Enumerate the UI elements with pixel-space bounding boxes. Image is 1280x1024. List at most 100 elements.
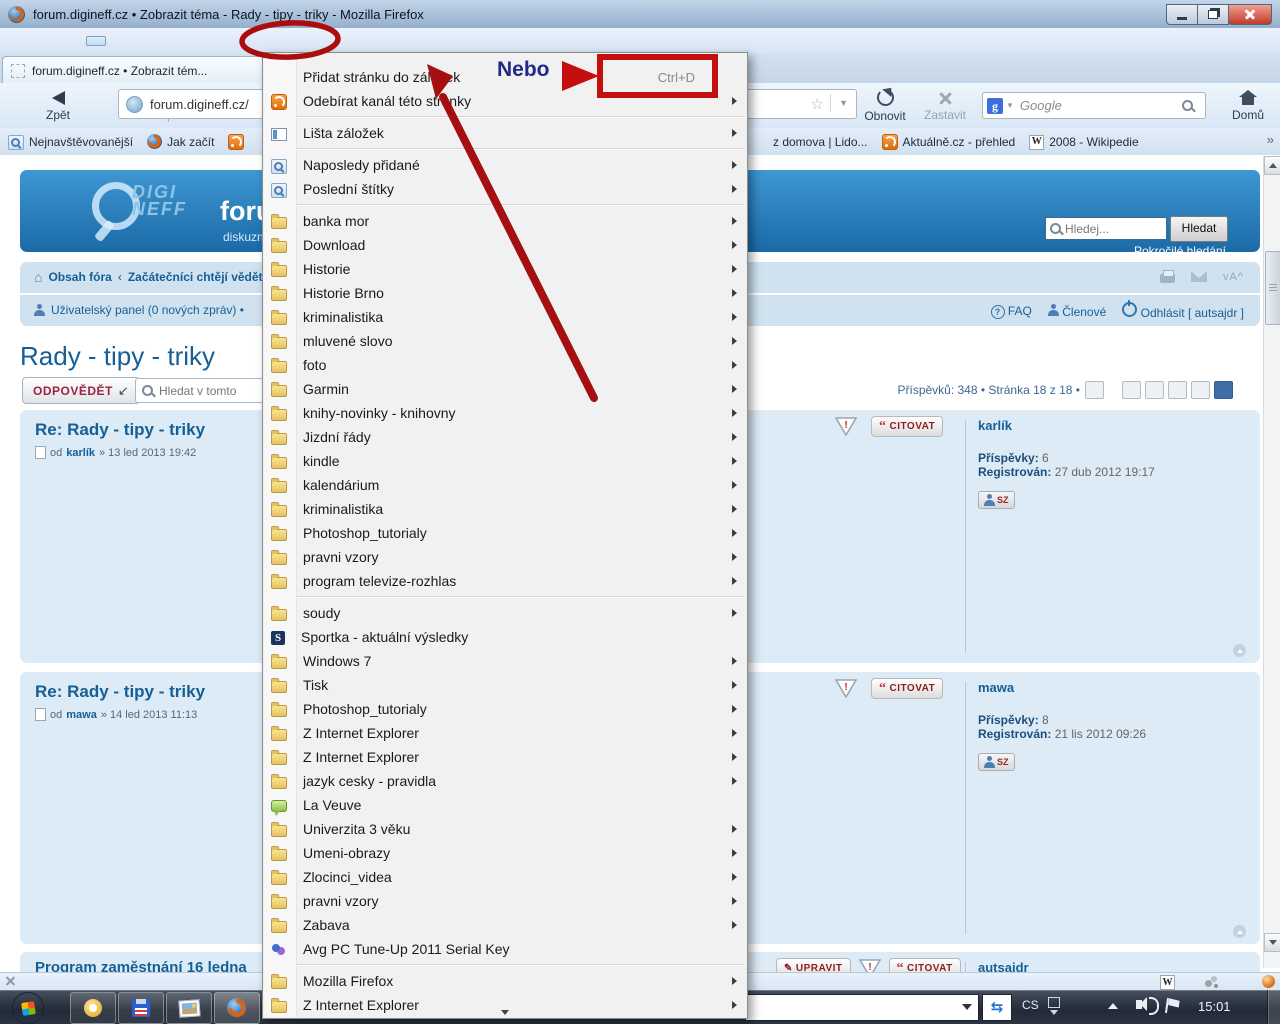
taskbar-app-save[interactable] <box>118 992 164 1024</box>
bookmarks-menu-item[interactable]: foto <box>263 353 747 377</box>
bookmark-star-icon[interactable]: ☆ <box>811 95 824 113</box>
bookmarks-bar-item[interactable]: 2008 - Wikipedie <box>1029 134 1138 150</box>
reload-button[interactable]: Obnovit <box>856 86 914 126</box>
start-button[interactable] <box>12 992 44 1024</box>
menubar-item[interactable] <box>106 36 126 46</box>
report-warning-icon[interactable]: ! <box>835 417 857 436</box>
search-engine-dropdown-icon[interactable]: ▼ <box>1006 101 1014 110</box>
page-number-button[interactable] <box>1145 381 1164 399</box>
bookmarks-menu-item[interactable] <box>263 145 747 153</box>
taskbar-clock[interactable]: 15:01 <box>1198 999 1231 1014</box>
bookmarks-menu-item[interactable]: Přidat stránku do záložek Ctrl+D <box>263 65 747 89</box>
volume-icon[interactable] <box>1136 1000 1142 1009</box>
bookmarks-menu-item[interactable]: Univerzita 3 věku <box>263 817 747 841</box>
bookmarks-menu-item[interactable]: Z Internet Explorer <box>263 721 747 745</box>
home-icon[interactable]: ⌂ <box>34 271 42 283</box>
bookmarks-bar-item[interactable] <box>228 133 249 150</box>
scrollbar-thumb[interactable] <box>1265 251 1280 325</box>
menubar-item[interactable] <box>26 36 46 46</box>
back-button[interactable]: Zpět <box>30 86 86 126</box>
taskbar-app-tuneup[interactable] <box>70 992 116 1024</box>
bookmarks-menu-item[interactable]: kriminalistika <box>263 497 747 521</box>
report-warning-icon[interactable]: ! <box>835 679 857 698</box>
poster-name[interactable]: karlík <box>978 418 1155 433</box>
menubar-item[interactable] <box>46 36 66 46</box>
tab-forum-digineff[interactable]: forum.digineff.cz • Zobrazit tém... <box>2 56 276 84</box>
bookmarks-menu-item[interactable]: pravni vzory <box>263 545 747 569</box>
bookmarks-menu-item[interactable]: Zlocinci_videa <box>263 865 747 889</box>
menubar-item[interactable] <box>126 36 146 46</box>
private-message-button[interactable]: SZ <box>978 753 1015 771</box>
faq-link[interactable]: ? FAQ <box>991 304 1032 319</box>
menubar-item[interactable] <box>66 36 86 46</box>
bookmarks-menu-item[interactable]: knihy-novinky - knihovny <box>263 401 747 425</box>
bookmarks-menu-item[interactable]: Tisk <box>263 673 747 697</box>
bookmarks-bar-item[interactable]: Jak začít <box>147 134 214 149</box>
bookmarks-bar-item[interactable]: Nejnavštěvovanější <box>8 133 133 150</box>
stop-button[interactable]: Zastavit <box>916 86 974 126</box>
bookmarks-menu-item[interactable]: Jizdní řády <box>263 425 747 449</box>
bookmarks-menu-item[interactable]: program televize-rozhlas <box>263 569 747 593</box>
bookmarks-menu-item[interactable]: Odebírat kanál této stránky <box>263 89 747 113</box>
bookmarks-menu-item[interactable]: Download <box>263 233 747 257</box>
page-scrollbar[interactable] <box>1263 156 1280 968</box>
bookmarks-menu-item[interactable]: Lišta záložek <box>263 121 747 145</box>
web-search-input[interactable]: g ▼ Google <box>982 92 1206 119</box>
taskbar-app-photos[interactable] <box>166 992 212 1024</box>
wikipedia-addon-icon[interactable]: W <box>1160 975 1175 990</box>
restore-button[interactable] <box>1197 4 1229 25</box>
forum-search-button[interactable]: Hledat <box>1170 216 1228 242</box>
bookmarks-menu-item[interactable]: mluvené slovo <box>263 329 747 353</box>
page-number-button[interactable] <box>1108 381 1118 397</box>
reply-button[interactable]: ODPOVĚDĚT↙ <box>22 377 140 404</box>
quick-launch-icon[interactable] <box>982 994 1012 1021</box>
topic-search-input[interactable]: Hledat v tomto <box>135 378 264 403</box>
back-to-top-icon[interactable] <box>1233 644 1246 657</box>
addonbar-close-icon[interactable] <box>5 975 16 986</box>
logout-link[interactable]: Odhlásit [ autsajdr ] <box>1122 302 1244 320</box>
author-link[interactable]: mawa <box>66 709 97 721</box>
bookmarks-bar-item[interactable]: z domova | Lido... <box>752 134 868 150</box>
digineff-logo[interactable]: DIGINEFF <box>92 178 212 244</box>
bookmarks-menu-item[interactable]: pravni vzory <box>263 889 747 913</box>
back-to-top-icon[interactable] <box>1233 925 1246 938</box>
private-message-button[interactable]: SZ <box>978 491 1015 509</box>
firefox-addon-icon[interactable] <box>1262 975 1275 988</box>
bookmarks-bar-item[interactable]: Aktuálně.cz - přehled <box>882 133 1016 150</box>
scroll-up-icon[interactable] <box>1264 156 1280 175</box>
bookmarks-menu-item[interactable]: soudy <box>263 601 747 625</box>
bookmarks-menu-item[interactable]: Umeni-obrazy <box>263 841 747 865</box>
page-number-button[interactable] <box>1191 381 1210 399</box>
post-subject[interactable]: Re: Rady - tipy - triky <box>35 682 205 702</box>
page-number-button[interactable] <box>1168 381 1187 399</box>
keyboard-layout-icon[interactable] <box>1048 997 1060 1008</box>
bookmarks-menu-item[interactable]: Avg PC Tune-Up 2011 Serial Key <box>263 937 747 961</box>
menubar-item[interactable] <box>6 36 26 46</box>
google-icon[interactable]: g <box>987 98 1003 114</box>
scroll-down-icon[interactable] <box>1264 933 1280 952</box>
minimize-button[interactable] <box>1166 4 1198 25</box>
page-number-button[interactable] <box>1085 381 1104 399</box>
menu-scroll-down-icon[interactable] <box>501 1010 509 1015</box>
bookmarks-menu-item[interactable]: Naposledy přidané <box>263 153 747 177</box>
bookmarks-menu-item[interactable]: Historie Brno <box>263 281 747 305</box>
font-size-icon[interactable]: vA^ <box>1223 271 1244 283</box>
bookmarks-menu-item[interactable]: Mozilla Firefox <box>263 969 747 993</box>
dropdown-caret-icon[interactable] <box>962 1004 972 1010</box>
url-dropdown-icon[interactable]: ▼ <box>830 94 848 112</box>
advanced-search-link[interactable]: Pokročilé hledání <box>1134 244 1226 258</box>
user-panel-link[interactable]: Uživatelský panel (0 nových zpráv) • <box>51 303 244 317</box>
taskbar-search-band[interactable] <box>745 994 979 1021</box>
window-titlebar[interactable]: forum.digineff.cz • Zobrazit téma - Rady… <box>0 0 1280 29</box>
bookmarks-menu-item[interactable]: Poslední štítky <box>263 177 747 201</box>
bookmarks-menu-item[interactable]: La Veuve <box>263 793 747 817</box>
bookmarks-menu-item[interactable] <box>263 961 747 969</box>
bookmarks-menu-item[interactable] <box>263 113 747 121</box>
members-link[interactable]: Členové <box>1048 304 1106 319</box>
bookmarks-menu-item[interactable]: Windows 7 <box>263 649 747 673</box>
quote-button[interactable]: “CITOVAT <box>871 678 943 699</box>
breadcrumb-home-link[interactable]: Obsah fóra <box>48 270 111 284</box>
language-indicator[interactable]: CS <box>1022 998 1039 1012</box>
bookmarks-menu-item[interactable]: Historie <box>263 257 747 281</box>
bookmarks-menu-item[interactable] <box>263 201 747 209</box>
